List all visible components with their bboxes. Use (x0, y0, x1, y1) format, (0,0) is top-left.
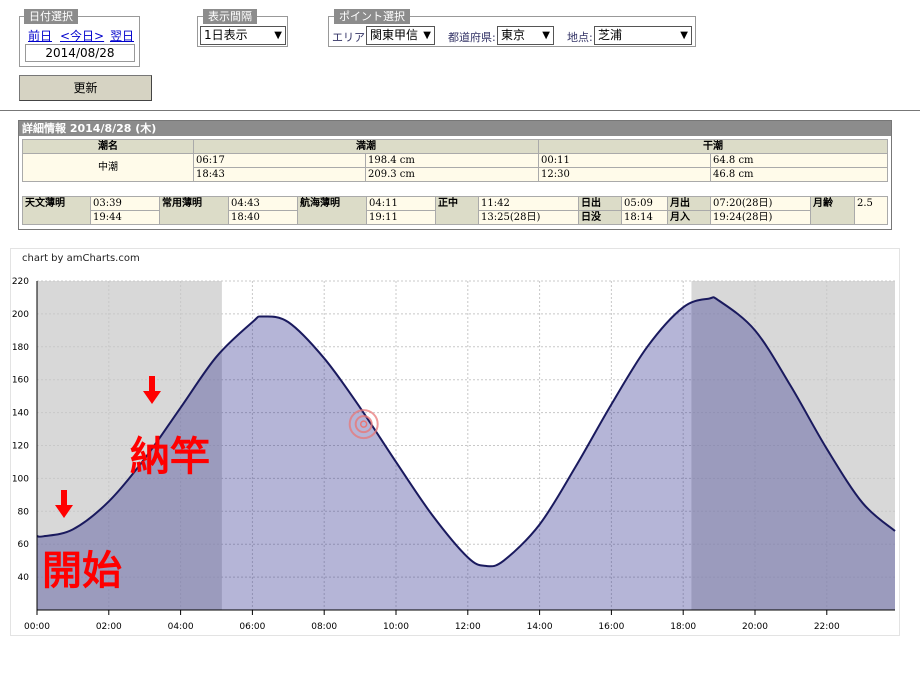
separator (0, 110, 920, 111)
high-level-2: 209.3 cm (365, 167, 539, 182)
sunrise-label: 日出 (578, 196, 622, 211)
low-level-2: 46.8 cm (710, 167, 888, 182)
moonset-value: 19:24(28日) (710, 210, 811, 225)
point-legend: ポイント選択 (334, 9, 410, 24)
col-high-tide: 満潮 (193, 139, 539, 154)
astro-twilight-1: 03:39 (90, 196, 160, 211)
chart-container (10, 248, 900, 636)
detail-title: 詳細情報 2014/8/28 (木) (19, 121, 891, 136)
noon-label: 正中 (435, 196, 479, 225)
high-level-1: 198.4 cm (365, 153, 539, 168)
spot-select[interactable]: 芝浦 ▼ (594, 26, 692, 45)
noon-1: 11:42 (478, 196, 579, 211)
today-link[interactable]: <今日> (60, 27, 104, 44)
low-time-1: 00:11 (538, 153, 711, 168)
pref-value: 東京 (501, 28, 526, 42)
moonrise-value: 07:20(28日) (710, 196, 811, 211)
col-low-tide: 干潮 (538, 139, 888, 154)
interval-legend: 表示間隔 (203, 9, 257, 24)
moonset-label: 月入 (667, 210, 711, 225)
noon-2: 13:25(28日) (478, 210, 579, 225)
astro-twilight-label: 天文薄明 (22, 196, 91, 225)
pref-select[interactable]: 東京 ▼ (497, 26, 554, 45)
low-level-1: 64.8 cm (710, 153, 888, 168)
astro-twilight-2: 19:44 (90, 210, 160, 225)
date-select-legend: 日付選択 (24, 9, 78, 24)
civil-twilight-1: 04:43 (228, 196, 298, 211)
civil-twilight-2: 18:40 (228, 210, 298, 225)
moonrise-label: 月出 (667, 196, 711, 211)
nautical-twilight-2: 19:11 (366, 210, 436, 225)
sunset-label: 日没 (578, 210, 622, 225)
chevron-down-icon: ▼ (423, 30, 431, 41)
update-button[interactable]: 更新 (19, 75, 152, 101)
low-time-2: 12:30 (538, 167, 711, 182)
moon-age-label: 月齢 (810, 196, 855, 225)
interval-value: 1日表示 (204, 28, 248, 42)
interval-select[interactable]: 1日表示 ▼ (200, 26, 286, 45)
area-select[interactable]: 関東甲信 ▼ (366, 26, 435, 45)
moon-age-value: 2.5 (854, 196, 888, 225)
chart-credit[interactable]: chart by amCharts.com (22, 253, 140, 264)
high-time-2: 18:43 (193, 167, 366, 182)
next-day-link[interactable]: 翌日 (110, 27, 134, 44)
chevron-down-icon: ▼ (542, 30, 550, 41)
chevron-down-icon: ▼ (680, 30, 688, 41)
chevron-down-icon: ▼ (274, 30, 282, 41)
nautical-twilight-1: 04:11 (366, 196, 436, 211)
sunrise-value: 05:09 (621, 196, 668, 211)
area-value: 関東甲信 (370, 28, 419, 42)
tide-name-cell: 中潮 (22, 153, 194, 182)
detail-panel: 詳細情報 2014/8/28 (木) 潮名 満潮 干潮 中潮 06:17 198… (18, 120, 892, 230)
spot-label: 地点: (567, 31, 593, 44)
sunset-value: 18:14 (621, 210, 668, 225)
astro-table: 天文薄明 03:39 常用薄明 04:43 航海薄明 04:11 正中 11:4… (22, 196, 888, 225)
date-display[interactable]: 2014/08/28 (25, 44, 135, 62)
high-time-1: 06:17 (193, 153, 366, 168)
area-label: エリア: (332, 31, 369, 44)
nautical-twilight-label: 航海薄明 (297, 196, 367, 225)
civil-twilight-label: 常用薄明 (159, 196, 229, 225)
spot-value: 芝浦 (598, 28, 623, 42)
col-tide-name: 潮名 (22, 139, 194, 154)
pref-label: 都道府県: (448, 31, 496, 44)
prev-day-link[interactable]: 前日 (28, 27, 52, 44)
tide-table: 潮名 満潮 干潮 中潮 06:17 198.4 cm 00:11 64.8 cm… (22, 139, 888, 182)
